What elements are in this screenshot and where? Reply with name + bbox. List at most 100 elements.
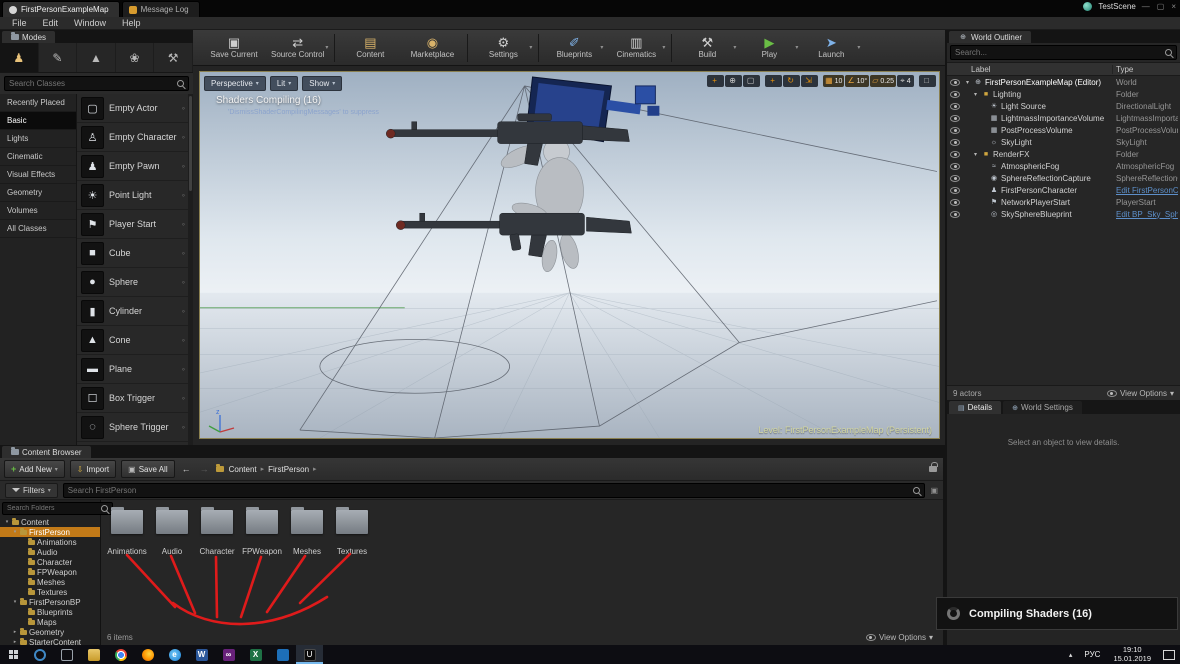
drag-grip-icon[interactable]: ◦ (182, 190, 185, 200)
blueprints-button[interactable]: ✐ ▾ Blueprints (543, 31, 605, 65)
dropdown-caret-icon[interactable]: ▾ (733, 44, 736, 51)
word-icon[interactable]: W (188, 645, 215, 664)
build-button[interactable]: ⚒ ▾ Build (676, 31, 738, 65)
world-space-icon[interactable]: ⊕ (725, 75, 742, 87)
visibility-eye-icon[interactable] (950, 199, 960, 206)
visibility-eye-icon[interactable] (950, 175, 960, 182)
visual-studio-icon[interactable]: ∞ (215, 645, 242, 664)
menu-item[interactable]: Help (114, 18, 149, 28)
column-label[interactable]: Label (971, 65, 1112, 74)
perspective-button[interactable]: Perspective ▾ (204, 76, 266, 91)
tray-chevron-icon[interactable]: ▴ (1063, 651, 1079, 659)
outliner-row[interactable]: ▾ ■ Lighting Folder (947, 88, 1180, 100)
outliner-row[interactable]: ▦ LightmassImportanceVolume LightmassImp… (947, 112, 1180, 124)
tab-details[interactable]: ▤ Details (949, 401, 1001, 414)
folder-tree-row[interactable]: Animations (0, 537, 100, 547)
modes-tab[interactable]: Modes (2, 31, 55, 43)
expander-arrow-icon[interactable]: ▾ (12, 599, 18, 605)
content-folder-tile[interactable]: Audio (154, 510, 190, 556)
drag-grip-icon[interactable]: ◦ (182, 306, 185, 316)
modes-category[interactable]: Geometry (0, 184, 76, 202)
window-button[interactable]: × (1171, 2, 1176, 11)
window-button[interactable]: ▢ (1157, 2, 1165, 11)
dropdown-caret-icon[interactable]: ▾ (795, 44, 798, 51)
dropdown-caret-icon[interactable]: ▾ (529, 44, 532, 51)
placeable-item[interactable]: ■ Cube ◦ (77, 239, 193, 268)
play-button[interactable]: ▶ ▾ Play (738, 31, 800, 65)
excel-icon[interactable]: X (242, 645, 269, 664)
content-button[interactable]: ▤ Content (339, 31, 401, 65)
expander-arrow-icon[interactable]: ▾ (964, 79, 971, 86)
marketplace-button[interactable]: ◉ Marketplace (401, 31, 463, 65)
visibility-eye-icon[interactable] (950, 187, 960, 194)
visibility-eye-icon[interactable] (950, 103, 960, 110)
visibility-eye-icon[interactable] (950, 211, 960, 218)
placeable-item[interactable]: ♙ Empty Character ◦ (77, 123, 193, 152)
content-search-input[interactable] (68, 486, 911, 495)
tab-firstpersonexamplemap[interactable]: FirstPersonExampleMap (2, 1, 120, 17)
outliner-row[interactable]: ▾ ⊕ FirstPersonExampleMap (Editor) World (947, 76, 1180, 88)
outliner-row[interactable]: ≈ AtmosphericFog AtmosphericFog (947, 160, 1180, 172)
placeable-item[interactable]: ▢ Empty Actor ◦ (77, 94, 193, 123)
dropdown-caret-icon[interactable]: ▾ (662, 44, 665, 51)
outliner-row[interactable]: ▾ ■ RenderFX Folder (947, 148, 1180, 160)
rotate-tool-icon[interactable]: ↻ (783, 75, 800, 87)
placeable-item[interactable]: ⚑ Player Start ◦ (77, 210, 193, 239)
column-type[interactable]: Type (1112, 65, 1180, 74)
menu-item[interactable]: File (4, 18, 35, 28)
3d-viewport[interactable]: Perspective ▾ Lit ▾ Show ▾ Shaders Compi… (199, 71, 940, 439)
modes-category[interactable]: Visual Effects (0, 166, 76, 184)
folder-tree-row[interactable]: Audio (0, 547, 100, 557)
outliner-row[interactable]: ⚑ NetworkPlayerStart PlayerStart (947, 196, 1180, 208)
placeable-item[interactable]: ▮ Cylinder ◦ (77, 297, 193, 326)
save-all-button[interactable]: ▣ Save All (121, 460, 174, 478)
scale-snap-toggle[interactable]: ▱ 0.25 (870, 75, 896, 87)
folder-tree-row[interactable]: ▸ Geometry (0, 627, 100, 637)
camera-speed[interactable]: ⌖ 4 (897, 75, 914, 87)
content-folder-tile[interactable]: Character (199, 510, 235, 556)
landscape-mode-tab[interactable]: ▲ (77, 43, 116, 72)
placeable-item[interactable]: ● Sphere ◦ (77, 268, 193, 297)
drag-grip-icon[interactable]: ◦ (182, 393, 185, 403)
content-asset-area[interactable]: Animations Audio Character (101, 500, 943, 645)
lock-icon[interactable] (929, 466, 937, 472)
content-folder-tile[interactable]: Animations (109, 510, 145, 556)
browser-icon[interactable] (134, 645, 161, 664)
outliner-row[interactable]: ◎ SkySphereBlueprint Edit BP_Sky_Sph (947, 208, 1180, 220)
folder-tree-row[interactable]: Textures (0, 587, 100, 597)
content-browser-tab[interactable]: Content Browser (2, 446, 91, 458)
modes-category[interactable]: Recently Placed (0, 94, 76, 112)
outliner-row[interactable]: ☀ Light Source DirectionalLight (947, 100, 1180, 112)
expander-arrow-icon[interactable]: ▾ (972, 91, 979, 98)
visibility-eye-icon[interactable] (950, 163, 960, 170)
scale-tool-icon[interactable]: ⇲ (801, 75, 818, 87)
settings-button[interactable]: ⚙ ▾ Settings (472, 31, 534, 65)
search-classes-input[interactable] (9, 79, 174, 88)
folder-tree-row[interactable]: Meshes (0, 577, 100, 587)
dropdown-caret-icon[interactable]: ▾ (857, 44, 860, 51)
folder-tree-row[interactable]: Character (0, 557, 100, 567)
grid-snap-toggle[interactable]: ▦ 10 (823, 75, 844, 87)
outliner-view-options[interactable]: View Options ▾ (1107, 389, 1174, 398)
forward-button[interactable]: → (198, 464, 211, 474)
drag-grip-icon[interactable]: ◦ (182, 364, 185, 374)
folder-tree-row[interactable]: FPWeapon (0, 567, 100, 577)
foliage-mode-tab[interactable]: ❀ (116, 43, 155, 72)
drag-grip-icon[interactable]: ◦ (182, 277, 185, 287)
content-folder-tile[interactable]: Meshes (289, 510, 325, 556)
breadcrumb-item[interactable]: FirstPerson (268, 465, 309, 474)
placeable-item[interactable]: ◌ Sphere Trigger ◦ (77, 413, 193, 442)
maximize-viewport-icon[interactable]: □ (919, 75, 936, 87)
outliner-row[interactable]: ◉ SphereReflectionCapture SphereReflecti… (947, 172, 1180, 184)
action-center-icon[interactable] (1158, 645, 1180, 664)
expander-arrow-icon[interactable]: ▾ (4, 519, 10, 525)
outliner-search-input[interactable] (955, 48, 1162, 57)
add-new-button[interactable]: + Add New ▾ (4, 460, 65, 478)
geometry-mode-tab[interactable]: ⚒ (154, 43, 193, 72)
source-control-button[interactable]: ⇄ ▾ Source Control (265, 31, 330, 65)
breadcrumb-item[interactable]: Content (229, 465, 257, 474)
expander-arrow-icon[interactable]: ▸ (12, 629, 18, 635)
content-view-options[interactable]: View Options ▾ (866, 633, 933, 642)
placeable-item[interactable]: ▲ Cone ◦ (77, 326, 193, 355)
visibility-eye-icon[interactable] (950, 79, 960, 86)
